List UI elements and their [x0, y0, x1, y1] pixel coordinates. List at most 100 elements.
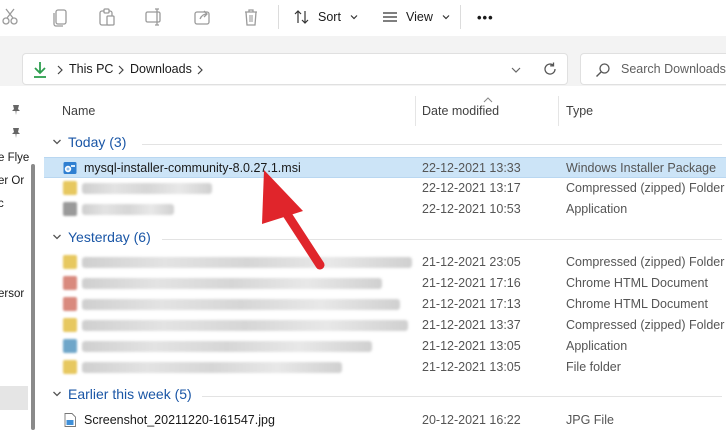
- column-header-name[interactable]: Name: [62, 104, 95, 118]
- copy-icon[interactable]: [50, 6, 72, 28]
- column-divider[interactable]: [415, 96, 416, 126]
- address-bar[interactable]: This PC Downloads: [22, 53, 568, 85]
- file-name: mysql-installer-community-8.0.27.1.msi: [84, 161, 301, 175]
- chevron-down-icon: [350, 15, 358, 20]
- blurred-file-name: [82, 341, 372, 352]
- file-date: 22-12-2021 13:33: [422, 161, 521, 175]
- file-type: JPG File: [566, 413, 614, 427]
- breadcrumb-this-pc[interactable]: This PC: [69, 62, 113, 76]
- group-label: Earlier this week (5): [68, 386, 192, 402]
- group-header-yesterday[interactable]: Yesterday (6): [52, 229, 722, 245]
- html-document-icon: [63, 297, 77, 311]
- blurred-file-name: [82, 320, 408, 331]
- file-date: 21-12-2021 17:16: [422, 276, 521, 290]
- file-type: Compressed (zipped) Folder: [566, 255, 725, 269]
- application-icon: [63, 202, 77, 216]
- file-row[interactable]: 21-12-2021 17:13 Chrome HTML Document: [44, 294, 726, 315]
- file-type: Chrome HTML Document: [566, 297, 708, 311]
- search-icon: [596, 63, 610, 77]
- toolbar-divider: [460, 5, 461, 29]
- group-label: Yesterday (6): [68, 229, 151, 245]
- chevron-down-icon[interactable]: [510, 65, 522, 75]
- blurred-file-name: [82, 299, 400, 310]
- pin-icon: [12, 128, 20, 138]
- chevron-down-icon: [442, 15, 450, 20]
- file-type: Compressed (zipped) Folder: [566, 181, 725, 195]
- nav-item-label[interactable]: er Or: [0, 175, 24, 187]
- file-row[interactable]: Screenshot_20211220-161547.jpg 20-12-202…: [44, 410, 726, 431]
- chevron-down-icon: [53, 391, 61, 397]
- blurred-file-name: [82, 278, 382, 289]
- pin-icon: [12, 105, 20, 115]
- blurred-file-name: [82, 183, 212, 194]
- file-date: 21-12-2021 13:05: [422, 360, 521, 374]
- file-date: 21-12-2021 17:13: [422, 297, 521, 311]
- folder-icon: [63, 360, 77, 374]
- image-file-icon: [64, 413, 76, 427]
- column-header-date-modified[interactable]: Date modified: [422, 104, 499, 118]
- file-row-selected[interactable]: mysql-installer-community-8.0.27.1.msi 2…: [44, 157, 726, 178]
- view-list-icon: [383, 12, 397, 22]
- navigation-pane: e Flye er Or c ersor: [0, 86, 43, 438]
- view-label: View: [406, 10, 433, 24]
- nav-item-label[interactable]: c: [0, 198, 4, 210]
- nav-scrollbar[interactable]: [31, 164, 35, 430]
- file-type: Chrome HTML Document: [566, 276, 708, 290]
- zip-folder-icon: [63, 181, 77, 195]
- paste-icon[interactable]: [96, 6, 118, 28]
- application-icon: [63, 339, 77, 353]
- file-row[interactable]: 22-12-2021 10:53 Application: [44, 199, 726, 220]
- chevron-right-icon[interactable]: [56, 65, 64, 75]
- file-type: Application: [566, 202, 628, 216]
- sort-label: Sort: [318, 10, 341, 24]
- chevron-right-icon[interactable]: [117, 65, 125, 75]
- file-row[interactable]: 21-12-2021 17:16 Chrome HTML Document: [44, 273, 726, 294]
- breadcrumb-downloads[interactable]: Downloads: [130, 62, 192, 76]
- file-name: Screenshot_20211220-161547.jpg: [84, 413, 275, 427]
- column-divider[interactable]: [558, 96, 559, 126]
- group-divider: [142, 144, 722, 145]
- file-date: 21-12-2021 23:05: [422, 255, 521, 269]
- sort-indicator-icon: [483, 97, 493, 103]
- nav-selected-item[interactable]: [0, 386, 28, 410]
- file-row[interactable]: 21-12-2021 13:37 Compressed (zipped) Fol…: [44, 315, 726, 336]
- file-row[interactable]: 21-12-2021 23:05 Compressed (zipped) Fol…: [44, 252, 726, 273]
- refresh-icon[interactable]: [542, 61, 558, 77]
- chevron-down-icon: [53, 139, 61, 145]
- file-date: 20-12-2021 16:22: [422, 413, 521, 427]
- toolbar-divider: [278, 5, 279, 29]
- nav-item-label[interactable]: e Flye: [0, 152, 29, 164]
- column-header-type[interactable]: Type: [566, 104, 593, 118]
- more-options-button[interactable]: •••: [477, 7, 494, 27]
- view-button[interactable]: View: [382, 7, 451, 27]
- file-type: File folder: [566, 360, 621, 374]
- sort-icon: [294, 10, 309, 24]
- group-header-earlier-this-week[interactable]: Earlier this week (5): [52, 386, 722, 402]
- search-input[interactable]: Search Downloads: [580, 53, 726, 85]
- file-type: Application: [566, 339, 628, 353]
- html-document-icon: [63, 276, 77, 290]
- blurred-file-name: [82, 204, 174, 215]
- zip-folder-icon: [63, 318, 77, 332]
- blurred-file-name: [82, 362, 342, 373]
- chevron-down-icon: [53, 234, 61, 240]
- chevron-right-icon[interactable]: [196, 65, 204, 75]
- rename-icon[interactable]: [143, 6, 165, 28]
- zip-folder-icon: [63, 255, 77, 269]
- command-bar: Sort View •••: [0, 0, 726, 37]
- delete-icon[interactable]: [240, 6, 262, 28]
- file-date: 22-12-2021 13:17: [422, 181, 521, 195]
- file-type: Windows Installer Package: [566, 161, 717, 175]
- download-icon: [34, 62, 46, 78]
- sort-button[interactable]: Sort: [294, 7, 359, 27]
- file-row[interactable]: 21-12-2021 13:05 Application: [44, 336, 726, 357]
- cut-icon[interactable]: [0, 6, 22, 28]
- file-row[interactable]: 22-12-2021 13:17 Compressed (zipped) Fol…: [44, 178, 726, 199]
- file-row[interactable]: 21-12-2021 13:05 File folder: [44, 357, 726, 378]
- group-header-today[interactable]: Today (3): [52, 134, 722, 150]
- share-icon[interactable]: [192, 6, 214, 28]
- nav-item-label[interactable]: ersor: [0, 288, 24, 300]
- group-label: Today (3): [68, 134, 127, 150]
- group-divider: [162, 239, 722, 240]
- file-date: 21-12-2021 13:05: [422, 339, 521, 353]
